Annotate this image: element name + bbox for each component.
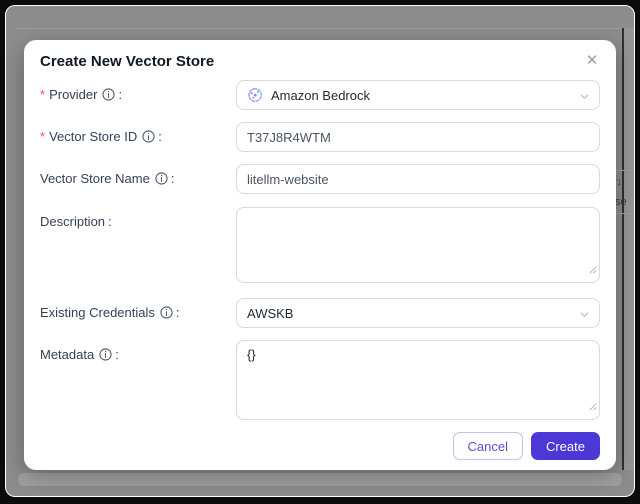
app-window: ↑↓ se Create New Vector Store ✕ * Provid… [5, 5, 635, 497]
background-page-footer [18, 473, 622, 486]
modal-footer: Cancel Create [40, 432, 600, 460]
cancel-button[interactable]: Cancel [452, 432, 523, 460]
required-asterisk: * [40, 129, 46, 144]
field-row-existing-credentials: Existing Credentials : AWSKB [40, 298, 600, 328]
info-icon[interactable] [102, 88, 116, 101]
create-button[interactable]: Create [530, 432, 600, 460]
metadata-textarea[interactable]: {} [236, 340, 600, 420]
background-page-edge [16, 28, 624, 29]
resize-handle-icon[interactable] [588, 398, 597, 416]
provider-label: * Provider : [40, 87, 123, 102]
close-icon[interactable]: ✕ [582, 51, 602, 71]
field-row-vector-store-id: * Vector Store ID : [40, 122, 600, 152]
existing-credentials-label: Existing Credentials : [40, 305, 180, 320]
existing-credentials-select[interactable]: AWSKB [236, 298, 600, 328]
background-table-border [622, 28, 624, 470]
background-table-area [624, 28, 634, 470]
metadata-label: Metadata : [40, 347, 119, 362]
info-icon[interactable] [155, 172, 168, 185]
description-label: Description : [40, 214, 112, 229]
amazon-bedrock-icon [247, 87, 263, 103]
info-icon[interactable] [99, 348, 112, 361]
create-vector-store-modal: Create New Vector Store ✕ * Provider : A… [24, 40, 616, 470]
background-text-fragment: se [615, 196, 627, 208]
vector-store-id-input[interactable] [236, 122, 600, 152]
field-row-vector-store-name: Vector Store Name : [40, 164, 600, 194]
modal-title: Create New Vector Store [40, 53, 215, 70]
required-asterisk: * [40, 87, 46, 102]
description-textarea[interactable] [236, 207, 600, 283]
vector-store-name-input[interactable] [236, 164, 600, 194]
provider-select-value: Amazon Bedrock [271, 87, 370, 103]
info-icon[interactable] [160, 306, 173, 319]
chevron-down-icon [579, 90, 590, 105]
existing-credentials-select-value: AWSKB [247, 305, 294, 321]
modal-dim-overlay: ↑↓ se Create New Vector Store ✕ * Provid… [6, 6, 634, 496]
field-row-provider: * Provider : Amazon Bedrock [40, 80, 600, 110]
vector-store-id-label: * Vector Store ID : [40, 129, 162, 144]
field-row-description: Description : [40, 207, 600, 283]
provider-select[interactable]: Amazon Bedrock [236, 80, 600, 110]
field-row-metadata: Metadata : {} [40, 340, 600, 420]
chevron-down-icon [579, 308, 590, 323]
info-icon[interactable] [142, 130, 155, 143]
vector-store-form: * Provider : Amazon Bedrock * Vector Sto… [40, 80, 600, 420]
vector-store-name-label: Vector Store Name : [40, 171, 175, 186]
modal-header: Create New Vector Store ✕ [40, 52, 600, 74]
resize-handle-icon[interactable] [588, 261, 597, 279]
